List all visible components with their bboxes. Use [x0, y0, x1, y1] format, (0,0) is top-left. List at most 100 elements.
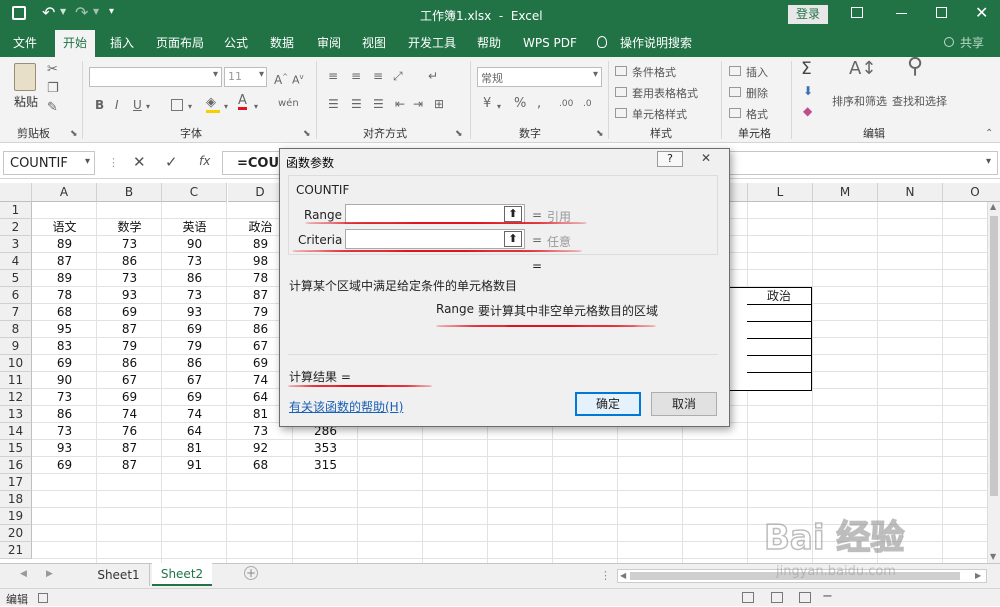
grid-cell[interactable]: 69 — [32, 355, 97, 372]
grid-cell[interactable]: 89 — [32, 236, 97, 253]
login-button[interactable]: 登录 — [788, 5, 828, 24]
decrease-decimal-icon[interactable]: .0 — [583, 97, 592, 111]
align-middle-icon[interactable]: ≡ — [351, 69, 361, 83]
criteria-input[interactable] — [345, 229, 525, 249]
grid-cell[interactable]: 87 — [32, 253, 97, 270]
add-sheet-icon[interactable]: + — [244, 566, 258, 580]
column-header[interactable]: L — [748, 183, 813, 202]
enter-formula-icon[interactable]: ✓ — [165, 153, 178, 171]
grid-cell[interactable]: 69 — [32, 457, 97, 474]
grid-cell[interactable]: 69 — [162, 321, 227, 338]
currency-dropdown-icon[interactable]: ▾ — [497, 100, 501, 114]
font-color-dropdown-icon[interactable]: ▾ — [254, 100, 258, 114]
share-button[interactable]: 共享 — [960, 30, 984, 57]
criteria-collapse-icon[interactable]: ⬆ — [504, 231, 522, 247]
align-left-icon[interactable]: ☰ — [328, 97, 339, 111]
grid-cell[interactable]: 73 — [97, 236, 162, 253]
phonetic-icon[interactable]: wén — [278, 97, 299, 111]
row-header[interactable]: 4 — [0, 253, 32, 270]
side-table-cell[interactable] — [746, 372, 812, 391]
undo-dropdown-icon[interactable]: ▼ — [60, 7, 66, 16]
wrap-text-icon[interactable]: ↵ — [428, 69, 438, 83]
fill-dropdown-icon[interactable]: ▾ — [224, 100, 228, 114]
grid-cell[interactable]: 86 — [162, 355, 227, 372]
row-header[interactable]: 11 — [0, 372, 32, 389]
row-header[interactable]: 12 — [0, 389, 32, 406]
grid-cell[interactable]: 69 — [97, 389, 162, 406]
alignment-launcher-icon[interactable]: ⬊ — [455, 127, 463, 141]
dialog-close-icon[interactable]: ✕ — [696, 151, 716, 167]
side-table-cell[interactable] — [727, 287, 747, 391]
merge-center-icon[interactable]: ⊞ — [434, 97, 444, 111]
grid-cell[interactable]: 67 — [162, 372, 227, 389]
number-format-select[interactable]: 常规 ▾ — [477, 67, 602, 87]
tell-me-search[interactable]: 操作说明搜索 — [620, 30, 692, 57]
cell-styles-button[interactable]: 单元格样式 — [632, 106, 687, 122]
cancel-button[interactable]: 取消 — [651, 392, 717, 416]
tab-insert[interactable]: 插入 — [110, 30, 134, 57]
orientation-icon[interactable]: ⤢ — [393, 69, 403, 83]
scroll-left-icon[interactable]: ◀ — [620, 571, 626, 580]
increase-indent-icon[interactable]: ⇥ — [413, 97, 423, 111]
italic-button[interactable]: I — [115, 98, 119, 112]
grid-cell[interactable]: 86 — [32, 406, 97, 423]
grid-cell[interactable]: 83 — [32, 338, 97, 355]
grid-cell[interactable]: 76 — [97, 423, 162, 440]
grid-cell[interactable]: 90 — [162, 236, 227, 253]
copy-icon[interactable]: ❐ — [47, 82, 59, 96]
ok-button[interactable]: 确定 — [575, 392, 641, 416]
grid-cell[interactable]: 87 — [97, 321, 162, 338]
tab-file[interactable]: 文件 — [13, 30, 37, 57]
grid-cell[interactable]: 69 — [162, 389, 227, 406]
grid-cell[interactable]: 93 — [162, 304, 227, 321]
tab-formulas[interactable]: 公式 — [224, 30, 248, 57]
shrink-font-icon[interactable]: Av — [292, 70, 304, 88]
align-center-icon[interactable]: ☰ — [351, 97, 362, 111]
tab-home[interactable]: 开始 — [55, 30, 96, 57]
drag-handle-icon[interactable]: ⋮ — [108, 156, 119, 169]
save-icon[interactable] — [12, 6, 26, 20]
borders-icon[interactable] — [171, 99, 183, 111]
column-header[interactable]: M — [813, 183, 878, 202]
column-header[interactable]: B — [97, 183, 162, 202]
redo-dropdown-icon[interactable]: ▼ — [93, 7, 99, 16]
row-header[interactable]: 21 — [0, 542, 32, 559]
grid-cell[interactable]: 78 — [32, 287, 97, 304]
underline-dropdown-icon[interactable]: ▾ — [146, 100, 150, 114]
tab-review[interactable]: 审阅 — [317, 30, 341, 57]
underline-button[interactable]: U — [133, 98, 142, 112]
grid-cell[interactable]: 79 — [162, 338, 227, 355]
grid-cell[interactable]: 81 — [162, 440, 227, 457]
select-all-corner[interactable] — [0, 183, 32, 202]
row-header[interactable]: 20 — [0, 525, 32, 542]
header-cell[interactable]: 语文 — [32, 219, 97, 236]
align-top-icon[interactable]: ≡ — [328, 69, 338, 83]
row-header[interactable]: 5 — [0, 270, 32, 287]
row-header[interactable]: 1 — [0, 202, 32, 219]
comma-icon[interactable]: , — [537, 97, 541, 111]
row-header[interactable]: 2 — [0, 219, 32, 236]
tab-view[interactable]: 视图 — [362, 30, 386, 57]
vertical-scroll-thumb[interactable] — [990, 216, 998, 496]
row-header[interactable]: 3 — [0, 236, 32, 253]
tab-help[interactable]: 帮助 — [477, 30, 501, 57]
row-header[interactable]: 16 — [0, 457, 32, 474]
borders-dropdown-icon[interactable]: ▾ — [188, 100, 192, 114]
clipboard-launcher-icon[interactable]: ⬊ — [70, 127, 78, 141]
header-cell[interactable]: 数学 — [97, 219, 162, 236]
cut-icon[interactable]: ✂ — [47, 63, 58, 77]
page-break-view-icon[interactable] — [799, 592, 811, 603]
scroll-up-icon[interactable]: ▲ — [990, 202, 996, 211]
grid-cell[interactable]: 73 — [32, 423, 97, 440]
grid-cell[interactable]: 68 — [228, 457, 293, 474]
undo-icon[interactable]: ↶ — [42, 3, 55, 22]
tab-page-layout[interactable]: 页面布局 — [156, 30, 204, 57]
row-header[interactable]: 15 — [0, 440, 32, 457]
grid-cell[interactable]: 86 — [97, 253, 162, 270]
grid-cell[interactable]: 68 — [32, 304, 97, 321]
find-select-icon[interactable]: ⚲ — [907, 56, 923, 78]
grid-cell[interactable]: 89 — [32, 270, 97, 287]
grid-cell[interactable]: 86 — [97, 355, 162, 372]
font-size-select[interactable]: 11 ▾ — [224, 67, 267, 87]
grid-cell[interactable]: 86 — [162, 270, 227, 287]
